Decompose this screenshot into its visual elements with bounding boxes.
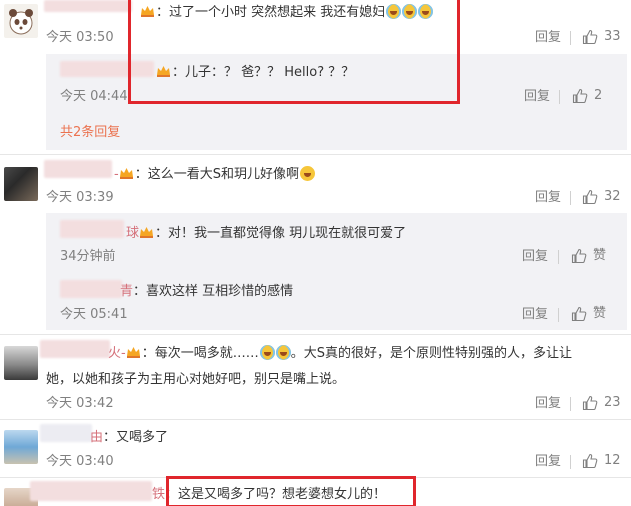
like-label: 赞 [593, 306, 607, 321]
avatar[interactable] [4, 430, 38, 464]
thumbs-up-icon [571, 306, 587, 322]
avatar[interactable] [4, 167, 38, 201]
like-label: 赞 [593, 248, 607, 263]
comment-text: 火- ：每次一喝多就…… 。大S真的很好，是个原则性特别强的人，多让让 [108, 345, 572, 361]
username-fragment[interactable]: 青 [120, 284, 133, 299]
reply-button[interactable]: 回复 [524, 89, 550, 105]
blurred-username [44, 0, 132, 12]
divider-bar [558, 308, 559, 322]
divider-bar [570, 191, 571, 205]
vip-badge-icon [126, 345, 141, 359]
panda-avatar-icon [9, 9, 33, 35]
divider-bar [570, 31, 571, 45]
comment-divider [0, 154, 631, 155]
like-count: 2 [594, 88, 603, 103]
blurred-username [30, 481, 152, 501]
reply-button[interactable]: 回复 [522, 307, 548, 323]
comment-text: 由：又喝多了 [90, 430, 169, 445]
thumbs-up-icon [582, 29, 598, 45]
divider-bar [559, 90, 560, 104]
username-fragment[interactable]: 铁 [152, 487, 165, 502]
comment-time: 今天 03:40 [46, 454, 114, 469]
laugh-cry-emoji-icon [275, 345, 291, 360]
divider-bar [570, 397, 571, 411]
blurred-username [60, 220, 124, 238]
thumbs-up-icon [582, 395, 598, 411]
like-count: 12 [604, 453, 621, 468]
comment-divider [0, 419, 631, 420]
view-more-replies-link[interactable]: 共2条回复 [60, 125, 120, 141]
like-count: 32 [604, 189, 621, 204]
reply-button[interactable]: 回复 [535, 190, 561, 206]
avatar[interactable] [4, 4, 38, 38]
like-count: 23 [604, 395, 621, 410]
blurred-username [60, 280, 122, 298]
divider-bar [570, 455, 571, 469]
like-count: 33 [604, 29, 621, 44]
like-button[interactable]: 赞 [571, 306, 606, 322]
sub-reply-text: 球：对！我一直都觉得像 玥儿现在就很可爱了 [126, 225, 407, 241]
vip-badge-icon [139, 225, 154, 239]
comment-text-line2: 她，以她和孩子为主用心对她好吧，别只是嘴上说。 [46, 372, 346, 387]
reply-button[interactable]: 回复 [535, 30, 561, 46]
username-fragment[interactable]: 由 [90, 430, 103, 445]
like-button[interactable]: 33 [582, 29, 621, 45]
like-button[interactable]: 32 [582, 189, 621, 205]
laugh-cry-emoji-icon [259, 345, 275, 360]
thumbs-up-icon [571, 248, 587, 264]
comment-time: 今天 03:42 [46, 396, 114, 411]
comment-time: 今天 03:39 [46, 190, 114, 205]
vip-badge-icon [119, 166, 134, 180]
avatar[interactable] [4, 346, 38, 380]
blurred-username [40, 424, 92, 442]
reply-button[interactable]: 回复 [535, 454, 561, 470]
comment-divider [0, 334, 631, 335]
highlight-box [166, 476, 416, 506]
blurred-username [40, 340, 110, 358]
reply-button[interactable]: 回复 [522, 249, 548, 265]
sub-reply-time: 今天 04:44 [60, 89, 128, 104]
reply-button[interactable]: 回复 [535, 396, 561, 412]
sub-reply-text: 青：喜欢这样 互相珍惜的感情 [120, 284, 294, 299]
thumbs-up-icon [572, 88, 588, 104]
highlight-box [128, 0, 460, 104]
thumbs-up-icon [582, 453, 598, 469]
like-button[interactable]: 12 [582, 453, 621, 469]
blurred-username [44, 160, 112, 178]
like-button[interactable]: 赞 [571, 248, 606, 264]
thumbs-up-icon [582, 189, 598, 205]
divider-bar [558, 250, 559, 264]
like-button[interactable]: 2 [572, 88, 602, 104]
username-fragment[interactable]: 球 [126, 226, 139, 241]
sub-reply-time: 今天 05:41 [60, 307, 128, 322]
comment-time: 今天 03:50 [46, 30, 114, 45]
like-button[interactable]: 23 [582, 395, 621, 411]
comment-text: - ：这么一看大S和玥儿好像啊 [114, 166, 315, 184]
grin-emoji-icon [299, 166, 315, 181]
username-fragment[interactable]: 火- [108, 346, 126, 361]
sub-reply-time: 34分钟前 [60, 249, 116, 264]
